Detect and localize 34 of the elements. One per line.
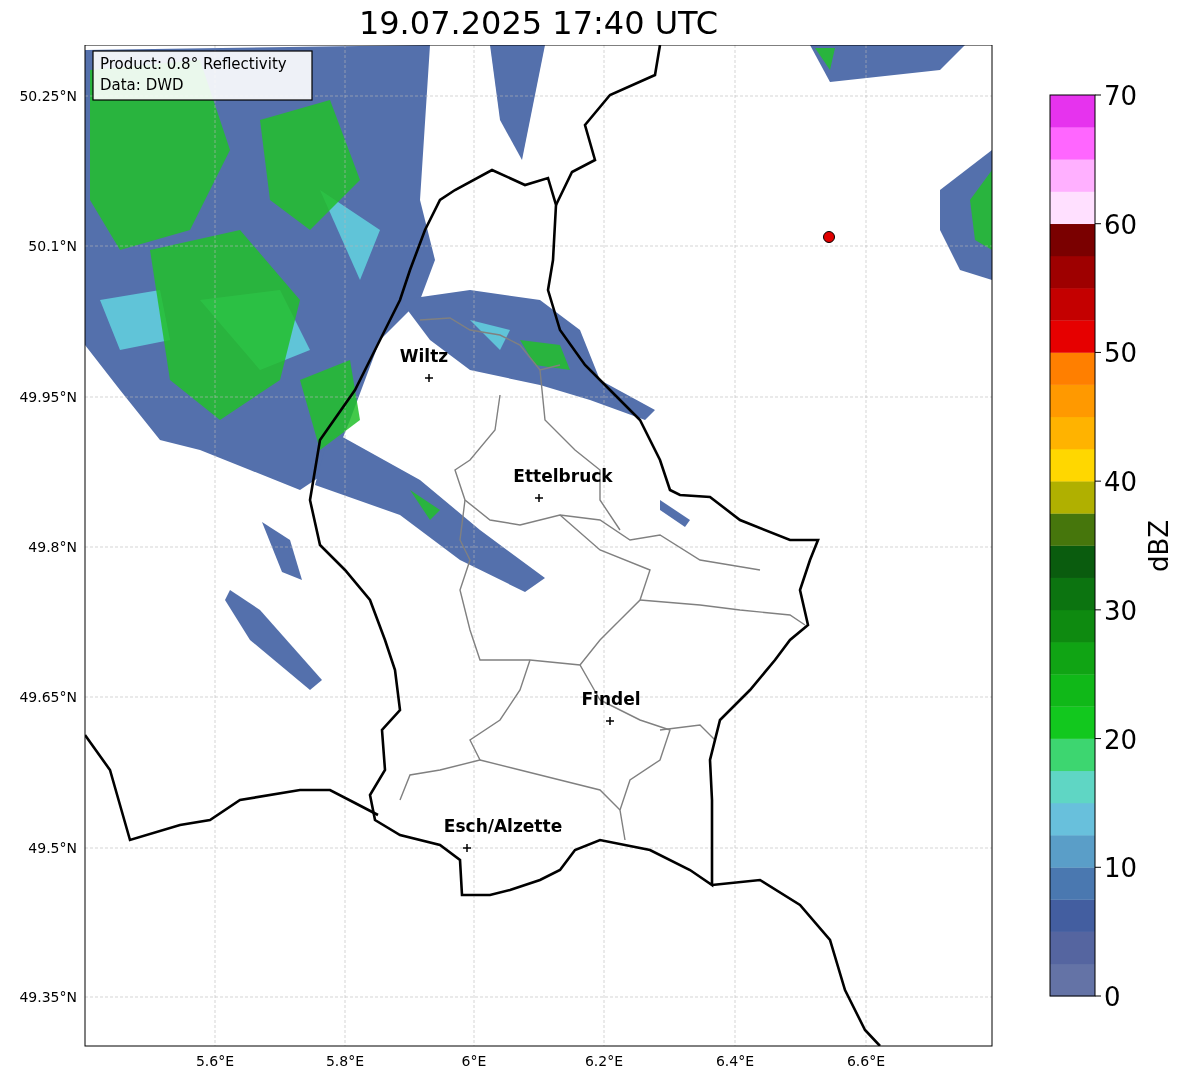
chart-title: 19.07.2025 17:40 UTC — [358, 6, 719, 39]
city-marker-icon — [424, 373, 434, 383]
colorbar-tick-label: 50 — [1104, 338, 1138, 369]
radar-site-marker — [823, 231, 835, 243]
longitude-label: 6.6°E — [846, 1053, 886, 1069]
latitude-label: 49.35°N — [19, 989, 77, 1005]
colorbar-tick-label: 30 — [1104, 595, 1138, 626]
colorbar-tick-label: 20 — [1104, 724, 1138, 755]
city-marker-icon — [462, 843, 472, 853]
longitude-label: 6°E — [461, 1053, 487, 1069]
colorbar-tick-label: 60 — [1104, 209, 1138, 240]
city-label: Wiltz — [399, 346, 449, 366]
city-marker-icon — [605, 716, 615, 726]
latitude-label: 50.25°N — [19, 88, 77, 104]
city-label: Findel — [581, 689, 641, 709]
longitude-label: 5.8°E — [325, 1053, 365, 1069]
city-label: Esch/Alzette — [443, 816, 563, 836]
latitude-label: 50.1°N — [28, 238, 77, 254]
info-text: Product: 0.8° Reflectivity — [100, 55, 287, 73]
longitude-label: 6.4°E — [715, 1053, 755, 1069]
city-marker-icon — [534, 493, 544, 503]
colorbar-label: dBZ — [1144, 519, 1174, 573]
colorbar-tick-label: 70 — [1104, 81, 1138, 111]
latitude-label: 49.5°N — [28, 840, 77, 856]
colorbar-tick-label: 0 — [1104, 982, 1121, 1012]
colorbar-tick-label: 40 — [1104, 467, 1138, 498]
latitude-label: 49.95°N — [19, 389, 77, 405]
longitude-label: 5.6°E — [195, 1053, 235, 1069]
latitude-label: 49.65°N — [19, 689, 77, 705]
info-text: Data: DWD — [100, 76, 184, 94]
city-label: Ettelbruck — [513, 466, 613, 486]
latitude-label: 49.8°N — [28, 539, 77, 555]
longitude-label: 6.2°E — [584, 1053, 624, 1069]
colorbar-tick-label: 10 — [1104, 853, 1138, 884]
